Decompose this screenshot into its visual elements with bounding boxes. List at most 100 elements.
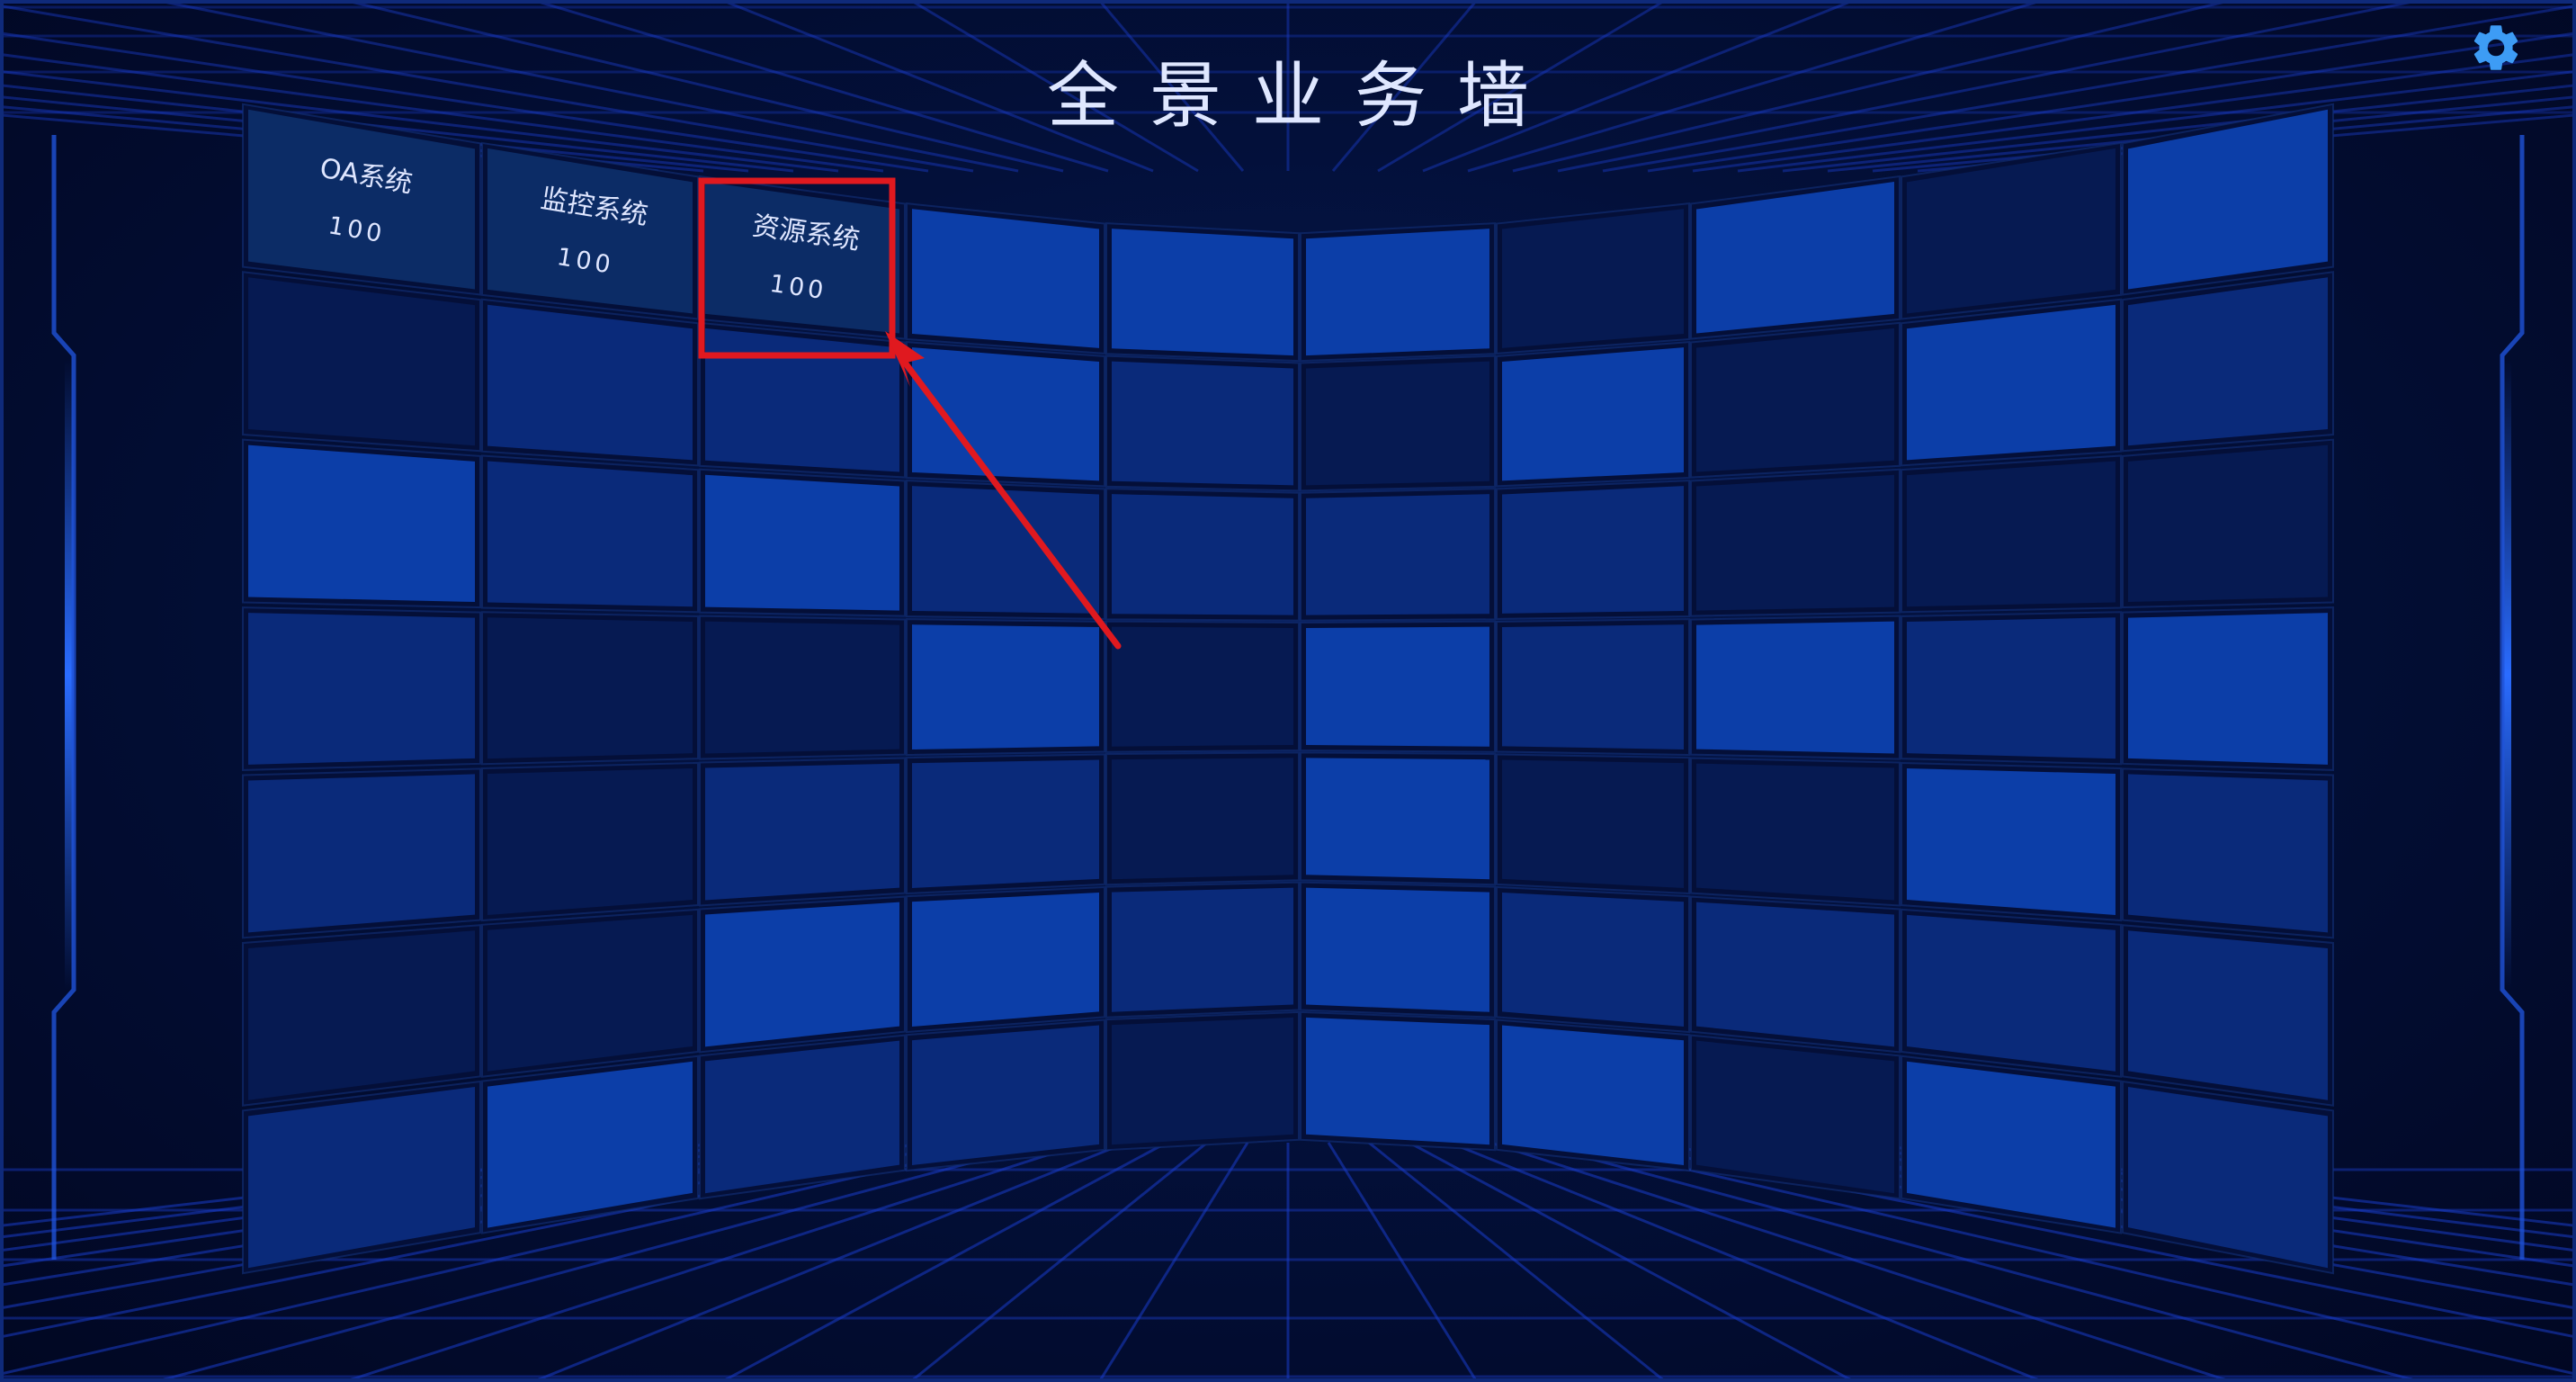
wall-tile[interactable] (1300, 620, 1496, 753)
tile-face (705, 474, 899, 611)
wall-tile[interactable] (2122, 924, 2334, 1107)
wall-tile[interactable] (906, 1019, 1105, 1172)
wall-tile[interactable] (1901, 298, 2122, 467)
wall-tile[interactable] (2122, 606, 2334, 771)
wall-tile[interactable] (699, 757, 906, 907)
wall-tile[interactable] (906, 341, 1105, 488)
wall-tile[interactable] (242, 606, 481, 771)
wall-tile[interactable] (481, 298, 699, 467)
wall-tile[interactable] (242, 767, 481, 939)
tile-face (1696, 621, 1894, 754)
wall-tile[interactable] (699, 468, 906, 617)
wall-tile[interactable] (699, 1034, 906, 1200)
wall-tile[interactable] (1496, 480, 1690, 620)
tile-face (1907, 461, 2115, 607)
wall-tile[interactable] (481, 908, 699, 1078)
wall-tile[interactable] (2122, 438, 2334, 609)
wall-tile[interactable] (1300, 1010, 1496, 1152)
tile-face (912, 347, 1099, 481)
wall-tile[interactable] (1690, 757, 1901, 907)
tile-face (912, 759, 1099, 888)
wall-tile[interactable] (481, 611, 699, 766)
tile-face (1907, 914, 2115, 1072)
tile-face (2128, 1086, 2328, 1269)
tile-face (1112, 887, 1293, 1012)
wall-tile[interactable]: 资源系统100 (699, 175, 906, 340)
tile-face (487, 617, 693, 759)
tile-face (1306, 1017, 1489, 1145)
wall-tile[interactable] (242, 1080, 481, 1275)
tile-face (2128, 613, 2328, 765)
wall-tile[interactable] (1901, 908, 2122, 1078)
wall-tile[interactable] (1496, 202, 1690, 354)
wall-tile[interactable]: OA系统100 (242, 103, 481, 296)
wall-tile[interactable] (1105, 354, 1300, 492)
tile-face (1112, 1017, 1293, 1145)
wall-tile[interactable]: 监控系统100 (481, 141, 699, 320)
wall-tile[interactable] (1690, 1034, 1901, 1200)
wall-tile[interactable] (1496, 1019, 1690, 1172)
tile-face (1502, 486, 1684, 614)
wall-tile[interactable] (1300, 751, 1496, 886)
business-wall: OA系统100 监控系统100资源系统100 (242, 103, 2334, 1275)
wall-tile[interactable] (1690, 468, 1901, 617)
wall-tile[interactable] (1690, 321, 1901, 479)
wall-tile[interactable] (1300, 488, 1496, 622)
tile-face (2128, 277, 2328, 446)
wall-tile[interactable] (1105, 751, 1300, 886)
wall-tile[interactable] (906, 753, 1105, 895)
wall-tile[interactable] (1690, 175, 1901, 340)
wall-tile[interactable] (1300, 881, 1496, 1019)
wall-tile[interactable] (699, 895, 906, 1054)
wall-tile[interactable] (1105, 222, 1300, 363)
wall-tile[interactable] (1496, 618, 1690, 757)
wall-tile[interactable] (1901, 761, 2122, 922)
wall-tile[interactable] (1105, 881, 1300, 1019)
panorama-stage: 全景业务墙 OA系统 100 监控系统 100 资源系统 100 (0, 0, 2576, 1382)
wall-tile[interactable] (481, 761, 699, 922)
wall-tile[interactable] (906, 618, 1105, 757)
tile-face (1502, 347, 1684, 481)
wall-tile[interactable] (1690, 895, 1901, 1054)
wall-tile[interactable] (1496, 341, 1690, 488)
wall-tile[interactable] (699, 321, 906, 479)
tile-face (1112, 626, 1293, 747)
wall-tile[interactable] (1901, 141, 2122, 320)
wall-tile[interactable] (906, 480, 1105, 620)
tile-face (912, 486, 1099, 614)
wall-tile[interactable] (1901, 1054, 2122, 1234)
tile-face (1696, 763, 1894, 901)
wall-tile[interactable] (1690, 615, 1901, 760)
wall-tile[interactable] (242, 271, 481, 453)
wall-tile[interactable] (1496, 885, 1690, 1034)
wall-tile[interactable] (2122, 1080, 2334, 1275)
wall-tile[interactable] (1496, 753, 1690, 895)
wall-tile[interactable] (906, 202, 1105, 354)
wall-tile[interactable] (2122, 767, 2334, 939)
wall-tile[interactable] (2122, 271, 2334, 453)
tile-face (912, 624, 1099, 749)
wall-tile[interactable] (1300, 222, 1496, 363)
wall-tile[interactable] (2122, 103, 2334, 296)
tile-face (1112, 229, 1293, 356)
wall-tile[interactable] (1300, 354, 1496, 492)
wall-tile[interactable] (1105, 620, 1300, 753)
tile-face (1502, 893, 1684, 1028)
tile-face (487, 767, 693, 916)
tile-face (912, 1025, 1099, 1166)
tile-face (1907, 304, 2115, 461)
wall-tile[interactable] (242, 438, 481, 609)
wall-tile[interactable] (1901, 454, 2122, 614)
tile-face (1112, 758, 1293, 880)
tile-face (1306, 361, 1489, 486)
tile-face (1907, 767, 2115, 916)
wall-tile[interactable] (1105, 488, 1300, 622)
wall-tile[interactable] (242, 924, 481, 1107)
wall-tile[interactable] (1105, 1010, 1300, 1152)
tile-face (705, 621, 899, 754)
wall-tile[interactable] (481, 1054, 699, 1234)
wall-tile[interactable] (481, 454, 699, 614)
wall-tile[interactable] (1901, 611, 2122, 766)
wall-tile[interactable] (699, 615, 906, 760)
wall-tile[interactable] (906, 885, 1105, 1034)
